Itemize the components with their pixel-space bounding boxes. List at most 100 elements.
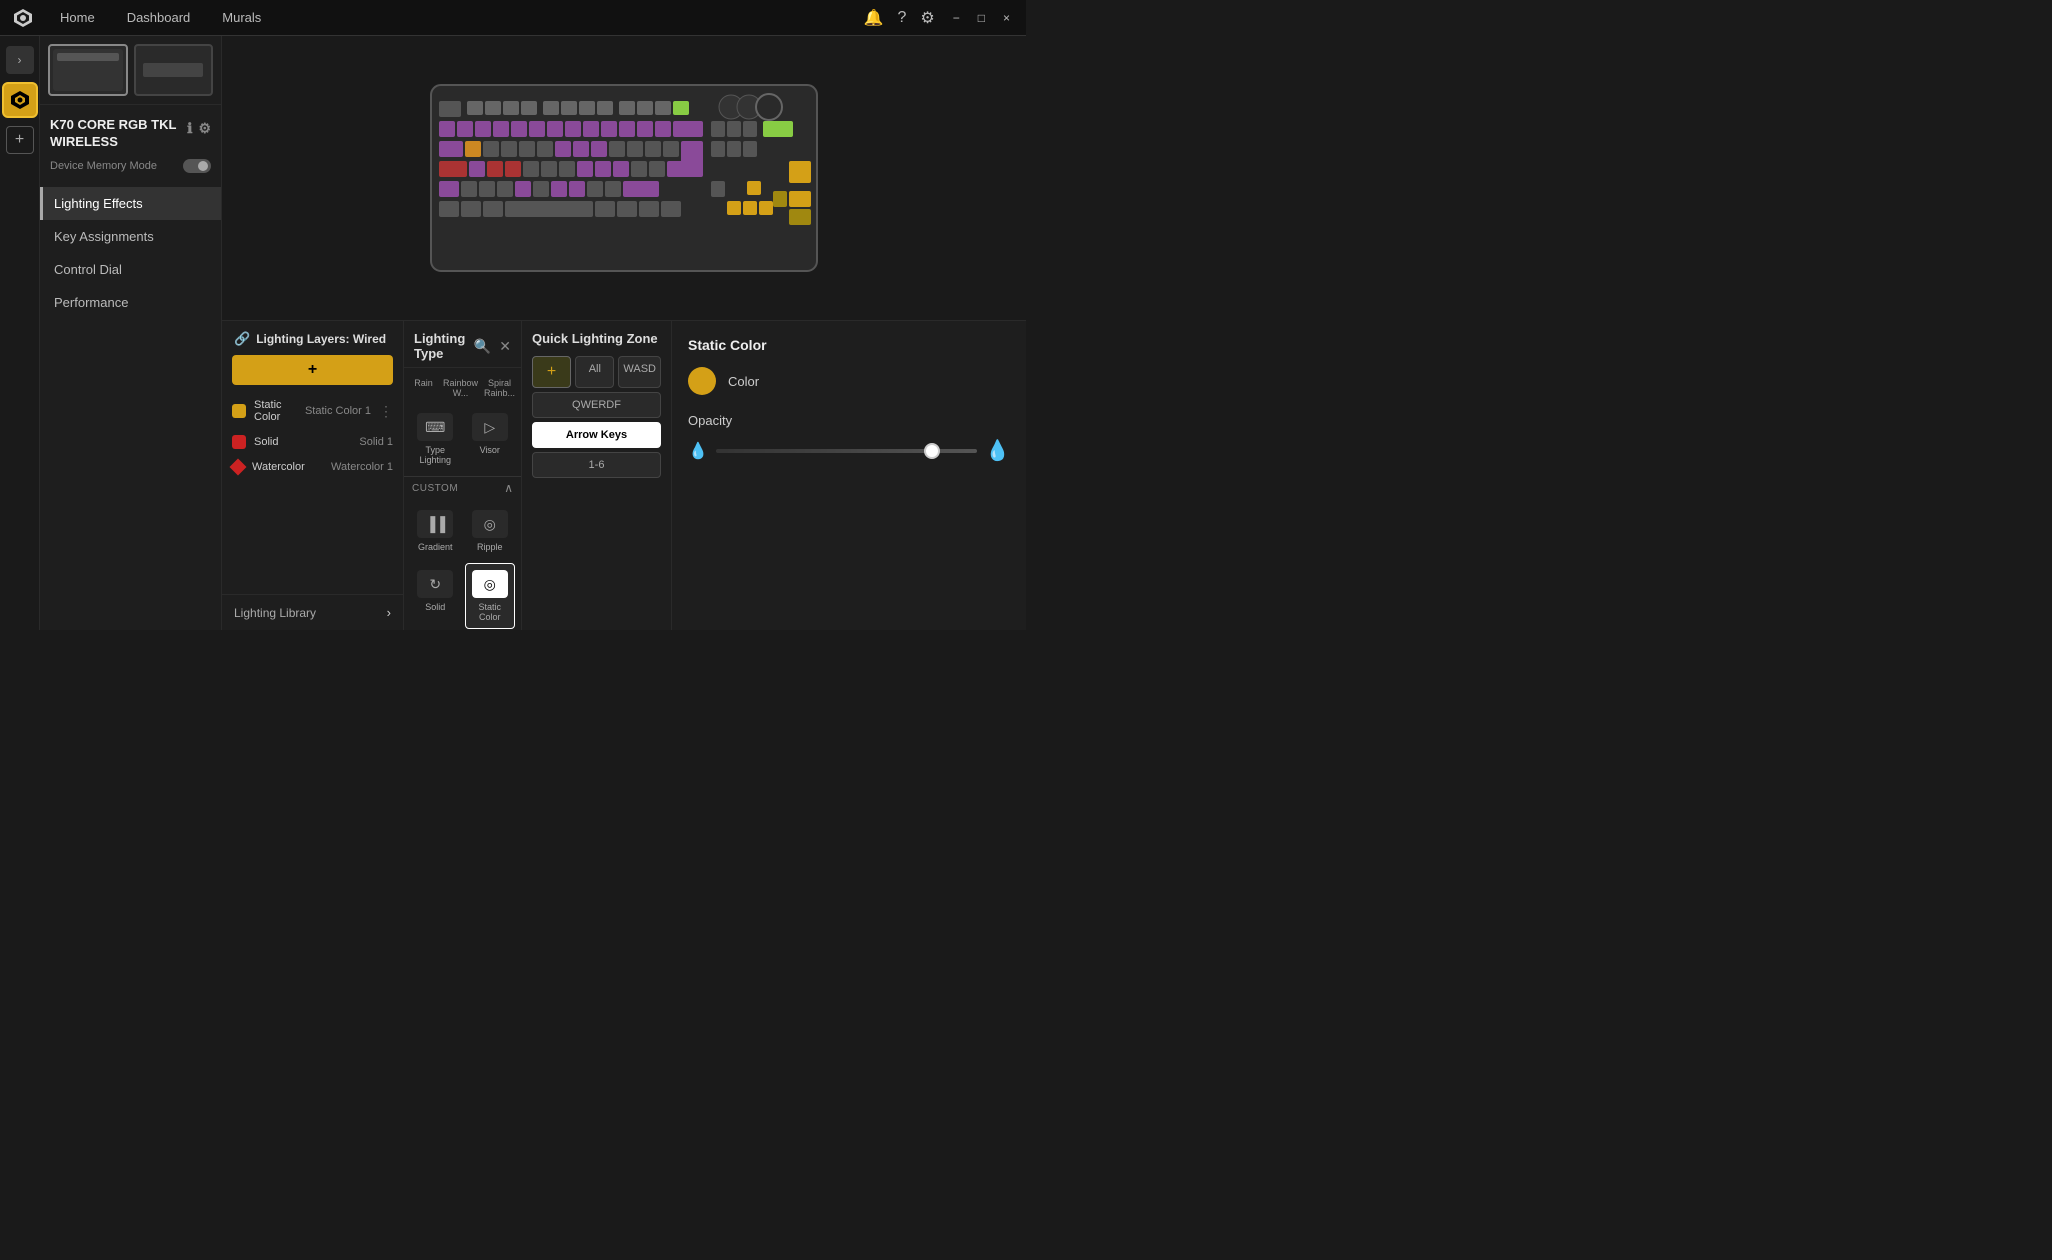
lighting-search-icon[interactable]: 🔍 (474, 338, 491, 355)
layer-item-2[interactable]: Solid Solid 1 (222, 429, 403, 455)
lt-visor[interactable]: ▷ Visor (465, 406, 516, 472)
lt-type-lighting-label: Type Lighting (415, 445, 456, 465)
sidebar-collapse-button[interactable]: › (6, 46, 34, 74)
static-color-title: Static Color (688, 337, 1010, 353)
zone-panel: Quick Lighting Zone + All WASD QWERDF Ar… (522, 321, 672, 630)
zone-all-button[interactable]: All (575, 356, 614, 388)
lt-ripple-label: Ripple (477, 542, 503, 552)
nav-lighting-effects[interactable]: Lighting Effects (40, 187, 221, 220)
layer-color-dot-1 (232, 404, 246, 418)
color-swatch[interactable] (688, 367, 716, 395)
lt-gradient[interactable]: ▐▐ Gradient (410, 503, 461, 559)
notification-icon[interactable]: 🔔 (864, 8, 884, 28)
layer-item-3[interactable]: Watercolor Watercolor 1 (222, 455, 403, 479)
lt-custom-grid: ▐▐ Gradient ◎ Ripple ↻ Solid ◎ (404, 499, 521, 630)
lighting-library-arrow: › (387, 605, 391, 620)
zone-title: Quick Lighting Zone (532, 331, 661, 346)
device-memory-toggle[interactable] (183, 159, 211, 173)
bottom-panels: 🔗 Lighting Layers: Wired + Static Color … (222, 320, 1026, 630)
keyboard-svg (429, 83, 819, 273)
device-gear-icon[interactable]: ⚙ (198, 119, 211, 137)
layer-item-1[interactable]: Static Color Static Color 1 ⋮ (222, 393, 403, 429)
left-sidebar: › + (0, 36, 40, 630)
zone-qwerdf-button[interactable]: QWERDF (532, 392, 661, 418)
settings-icon[interactable]: ⚙ (920, 8, 934, 28)
lt-solid-label: Solid (425, 602, 445, 612)
lighting-library-link[interactable]: Lighting Library › (222, 594, 403, 630)
static-color-panel: Static Color Color Opacity 💧 💧 (672, 321, 1026, 630)
device-mode-label: Device Memory Mode (50, 160, 157, 172)
layer-name-2: Solid (254, 436, 351, 448)
nav-dashboard[interactable]: Dashboard (121, 6, 197, 29)
lt-spiral-rainbow[interactable]: Spiral Rainb... (482, 376, 517, 400)
nav-murals[interactable]: Murals (216, 6, 267, 29)
device-name-text: K70 CORE RGB TKL WIRELESS (50, 117, 181, 151)
device-info: K70 CORE RGB TKL WIRELESS ℹ ⚙ Device Mem… (40, 105, 221, 181)
lt-rain[interactable]: Rain (408, 376, 439, 400)
opacity-max-icon: 💧 (985, 438, 1010, 463)
nav-control-dial[interactable]: Control Dial (40, 253, 221, 286)
lt-type-lighting[interactable]: ⌨ Type Lighting (410, 406, 461, 472)
top-nav: Home Dashboard Murals 🔔 ? ⚙ − □ × (0, 0, 1026, 36)
lt-ripple[interactable]: ◎ Ripple (465, 503, 516, 559)
lt-rainbow-wave[interactable]: Rainbow W... (441, 376, 480, 400)
nav-home[interactable]: Home (54, 6, 101, 29)
nav-key-assignments[interactable]: Key Assignments (40, 220, 221, 253)
layer-type-1: Static Color 1 (305, 405, 371, 417)
zone-arrow-keys-button[interactable]: Arrow Keys (532, 422, 661, 448)
lt-gradient-label: Gradient (418, 542, 453, 552)
lt-custom-chevron[interactable]: ∧ (504, 481, 513, 495)
zone-1-6-button[interactable]: 1-6 (532, 452, 661, 478)
keyboard-preview (222, 36, 1026, 320)
lighting-close-icon[interactable]: ✕ (499, 338, 511, 355)
device-info-icon[interactable]: ℹ (187, 119, 192, 137)
layers-title: Lighting Layers: Wired (256, 332, 386, 346)
lighting-type-scroll[interactable]: Rain Rainbow W... Spiral Rainb... ⌨ Type… (404, 368, 521, 630)
lighting-type-icons: 🔍 ✕ (474, 338, 511, 355)
layers-add-button[interactable]: + (232, 355, 393, 385)
lt-visor-label: Visor (480, 445, 500, 455)
layer-type-3: Watercolor 1 (331, 461, 393, 473)
zone-add-button[interactable]: + (532, 356, 571, 388)
close-button[interactable]: × (999, 9, 1014, 27)
lt-custom-label: CUSTOM (412, 483, 458, 494)
nav-performance[interactable]: Performance (40, 286, 221, 319)
window-controls: − □ × (949, 9, 1014, 27)
nav-menu: Lighting Effects Key Assignments Control… (40, 181, 221, 325)
device-thumb-keyboard[interactable] (48, 44, 128, 96)
maximize-button[interactable]: □ (974, 9, 989, 27)
lt-custom-header: CUSTOM ∧ (404, 476, 521, 499)
layers-panel: 🔗 Lighting Layers: Wired + Static Color … (222, 321, 404, 630)
device-thumbnails (40, 36, 221, 105)
main-layout: › + K70 CORE RGB TKL WIRELESS ℹ ⚙ (0, 36, 1026, 630)
lt-gradient-icon: ▐▐ (417, 510, 453, 538)
device-thumb-bar[interactable] (134, 44, 214, 96)
center-area: 🔗 Lighting Layers: Wired + Static Color … (222, 36, 1026, 630)
zone-grid: + All WASD QWERDF Arrow Keys 1-6 (532, 356, 661, 478)
sidebar-active-icon[interactable] (2, 82, 38, 118)
minimize-button[interactable]: − (949, 9, 964, 27)
opacity-slider[interactable] (716, 449, 977, 453)
layer-type-2: Solid 1 (359, 436, 393, 448)
sidebar-add-button[interactable]: + (6, 126, 34, 154)
device-mode-row: Device Memory Mode (50, 159, 211, 173)
layer-name-1: Static Color (254, 399, 297, 423)
layer-name-3: Watercolor (252, 461, 323, 473)
zone-wasd-button[interactable]: WASD (618, 356, 661, 388)
lt-static-color-icon: ◎ (472, 570, 508, 598)
help-icon[interactable]: ? (897, 9, 906, 27)
lighting-type-grid: ⌨ Type Lighting ▷ Visor (404, 402, 521, 476)
layers-title-bar: 🔗 Lighting Layers: Wired (222, 321, 403, 355)
lighting-type-panel: Lighting Type 🔍 ✕ Rain Rainbow W... Spir… (404, 321, 522, 630)
device-name-row: K70 CORE RGB TKL WIRELESS ℹ ⚙ (50, 117, 211, 151)
layer-menu-button-1[interactable]: ⋮ (379, 403, 393, 420)
lt-ripple-icon: ◎ (472, 510, 508, 538)
device-panel: K70 CORE RGB TKL WIRELESS ℹ ⚙ Device Mem… (40, 36, 222, 630)
layer-color-dot-2 (232, 435, 246, 449)
lighting-type-header: Lighting Type 🔍 ✕ (404, 321, 521, 368)
lt-solid[interactable]: ↻ Solid (410, 563, 461, 629)
logo-icon (12, 7, 34, 29)
nav-right: 🔔 ? ⚙ − □ × (864, 8, 1014, 28)
lt-static-color-label: Static Color (470, 602, 511, 622)
lt-static-color[interactable]: ◎ Static Color (465, 563, 516, 629)
